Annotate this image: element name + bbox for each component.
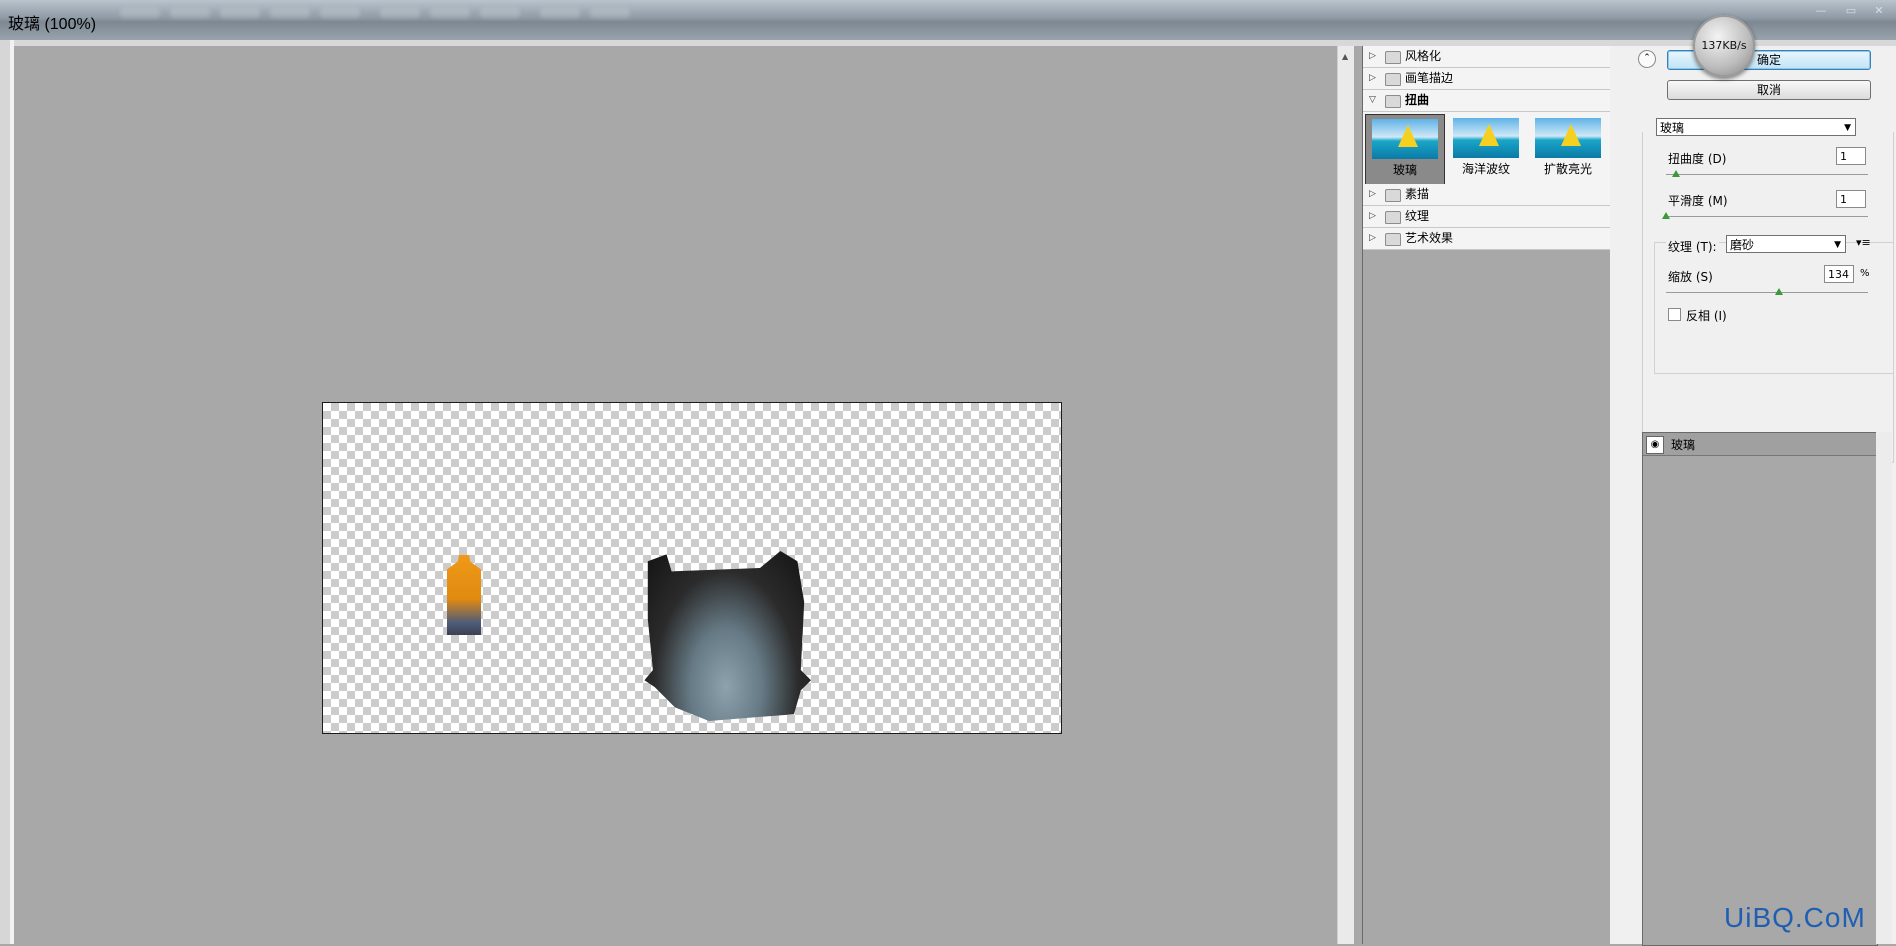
layer-name: 玻璃 — [1671, 438, 1696, 452]
thumb-label: 扩散亮光 — [1543, 162, 1592, 176]
distortion-slider-thumb[interactable] — [1672, 170, 1681, 177]
folder-icon — [1385, 51, 1401, 64]
cancel-button[interactable]: 取消 — [1667, 80, 1871, 100]
minimize-icon[interactable]: — — [1810, 3, 1832, 19]
menu-blur — [480, 8, 520, 18]
scaling-label: 缩放 (S) — [1668, 270, 1713, 284]
smoothness-label: 平滑度 (M) — [1668, 194, 1728, 208]
menu-blur — [590, 8, 630, 18]
folder-icon — [1385, 73, 1401, 86]
invert-checkbox[interactable] — [1668, 308, 1681, 321]
texture-select-value: 磨砂 — [1730, 238, 1755, 252]
menu-blur — [430, 8, 470, 18]
speed-badge: 137KB/s — [1693, 15, 1755, 77]
close-icon[interactable]: ✕ — [1868, 3, 1890, 19]
pot-object — [644, 551, 811, 721]
menu-blur — [220, 8, 260, 18]
scaling-unit: % — [1860, 268, 1870, 279]
menu-blur — [380, 8, 420, 18]
smoothness-input[interactable]: 1 — [1836, 190, 1866, 208]
preview-scrollbar[interactable]: ▲ — [1337, 46, 1354, 944]
folder-brush-strokes[interactable]: ▷ 画笔描边 — [1363, 68, 1611, 90]
folder-icon — [1385, 211, 1401, 224]
eye-icon[interactable]: ◉ — [1646, 436, 1664, 454]
distortion-input[interactable]: 1 — [1836, 147, 1866, 165]
folder-label: 纹理 — [1405, 209, 1430, 223]
thumb-label: 海洋波纹 — [1461, 162, 1510, 176]
menu-blur — [540, 8, 580, 18]
watermark: UiBQ.CoM — [1724, 902, 1866, 933]
distortion-slider-track[interactable] — [1666, 174, 1868, 175]
folder-open-icon — [1385, 95, 1401, 108]
folder-label: 风格化 — [1405, 49, 1442, 63]
smoothness-slider-track[interactable] — [1666, 216, 1868, 217]
preview-area[interactable] — [14, 46, 1337, 944]
bottle-object — [447, 555, 481, 635]
sailboat-icon — [1398, 125, 1418, 147]
folder-label: 扭曲 — [1405, 93, 1430, 107]
folder-artistic[interactable]: ▷ 艺术效果 — [1363, 228, 1611, 250]
effect-layers-panel: ◉ 玻璃 — [1642, 432, 1878, 946]
thumb-glass[interactable]: 玻璃 — [1365, 114, 1445, 186]
distortion-label: 扭曲度 (D) — [1668, 152, 1727, 166]
folder-icon — [1385, 189, 1401, 202]
menu-blur — [120, 8, 160, 18]
expand-triangle-icon[interactable]: ▷ — [1369, 68, 1376, 89]
menu-blur — [170, 8, 210, 18]
texture-menu-icon[interactable]: ▾≡ — [1856, 236, 1871, 249]
invert-label: 反相 (I) — [1686, 309, 1727, 323]
smoothness-slider-thumb[interactable] — [1662, 212, 1670, 219]
folder-label: 艺术效果 — [1405, 231, 1454, 245]
folder-label: 素描 — [1405, 187, 1430, 201]
thumb-diffuse-glow[interactable]: 扩散亮光 — [1529, 114, 1607, 184]
expand-triangle-icon[interactable]: ▷ — [1369, 46, 1376, 67]
expand-triangle-icon[interactable]: ▷ — [1369, 228, 1376, 249]
folder-label: 画笔描边 — [1405, 71, 1454, 85]
menu-blur — [270, 8, 310, 18]
expand-triangle-icon[interactable]: ▷ — [1369, 184, 1376, 205]
filter-gallery: ▷ 风格化 ▷ 画笔描边 ▽ 扭曲 玻璃 海洋波纹 扩散亮光 ▷ 素描 ▷ 纹理 — [1362, 46, 1612, 944]
scaling-input[interactable]: 134 — [1824, 265, 1854, 283]
folder-sketch[interactable]: ▷ 素描 — [1363, 184, 1611, 206]
thumb-label: 玻璃 — [1392, 163, 1417, 177]
folder-icon — [1385, 233, 1401, 246]
scroll-up-icon[interactable]: ▲ — [1342, 52, 1348, 61]
layers-scrollbar[interactable] — [1876, 432, 1892, 944]
thumb-ocean-ripple[interactable]: 海洋波纹 — [1447, 114, 1525, 184]
dropdown-arrow-icon: ▼ — [1834, 240, 1841, 250]
thumbnail-image — [1372, 119, 1438, 159]
image-canvas[interactable] — [322, 402, 1062, 734]
window-title: 玻璃 (100%) — [8, 16, 97, 33]
texture-label: 纹理 (T): — [1666, 238, 1719, 255]
collapse-icon[interactable]: ⌃ — [1638, 50, 1656, 68]
folder-texture[interactable]: ▷ 纹理 — [1363, 206, 1611, 228]
sailboat-icon — [1561, 124, 1581, 146]
menu-blur — [320, 8, 360, 18]
maximize-icon[interactable]: ▭ — [1840, 3, 1862, 19]
filter-thumbnails: 玻璃 海洋波纹 扩散亮光 — [1363, 112, 1611, 189]
folder-stylize[interactable]: ▷ 风格化 — [1363, 46, 1611, 68]
thumbnail-image — [1453, 118, 1519, 158]
sailboat-icon — [1479, 124, 1499, 146]
layer-row[interactable]: ◉ 玻璃 — [1643, 433, 1877, 456]
folder-distort[interactable]: ▽ 扭曲 — [1363, 90, 1611, 112]
expand-triangle-icon[interactable]: ▷ — [1369, 206, 1376, 227]
scaling-slider-thumb[interactable] — [1775, 288, 1784, 295]
collapse-triangle-icon[interactable]: ▽ — [1369, 90, 1376, 111]
thumbnail-image — [1535, 118, 1601, 158]
title-bar: 玻璃 (100%) — ▭ ✕ — [0, 0, 1896, 40]
texture-select[interactable]: 磨砂 ▼ — [1726, 235, 1846, 253]
scaling-slider-track[interactable] — [1666, 292, 1868, 293]
